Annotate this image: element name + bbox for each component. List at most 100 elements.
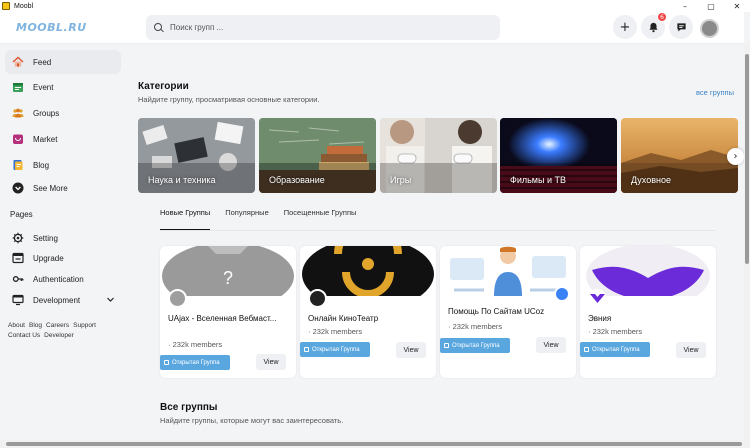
view-button[interactable]: View [256, 354, 286, 370]
categories-title: Категории [138, 81, 189, 92]
group-members: · 232k members [168, 340, 223, 349]
sidebar-item-label: Event [33, 82, 54, 92]
category-label: Образование [269, 175, 325, 185]
category-card-science[interactable]: Наука и техника [138, 118, 255, 193]
upgrade-icon [12, 252, 24, 264]
key-icon [12, 273, 24, 285]
plus-icon: + [619, 19, 631, 35]
group-tabs: Новые Группы Популярные Посещенные Групп… [160, 208, 356, 230]
group-card[interactable]: Помощь По Сайтам UCoz · 232k members Отк… [440, 246, 576, 378]
open-group-button[interactable]: Открытая Группа [440, 338, 510, 353]
sidebar-item-label: See More [33, 183, 68, 193]
footer-link-support[interactable]: Support [73, 322, 96, 329]
open-group-button[interactable]: Открытая Группа [160, 355, 230, 370]
group-avatar [308, 289, 327, 308]
sidebar-item-feed[interactable]: Feed [5, 50, 121, 74]
notification-badge: 6 [657, 12, 667, 22]
view-button[interactable]: View [676, 342, 706, 358]
category-label: Духовное [631, 175, 671, 185]
vertical-scrollbar[interactable] [744, 44, 750, 440]
search-icon [154, 22, 164, 33]
lock-icon [584, 347, 589, 352]
footer-link-blog[interactable]: Blog [29, 322, 42, 329]
tabs-divider [160, 230, 716, 231]
sidebar-item-label: Upgrade [33, 253, 64, 263]
notifications-button[interactable]: 6 [641, 12, 667, 39]
view-button[interactable]: View [536, 337, 566, 353]
category-card-spiritual[interactable]: Духовное [621, 118, 738, 193]
search-input[interactable] [170, 23, 470, 32]
open-group-button[interactable]: Открытая Группа [300, 342, 370, 357]
footer-link-about[interactable]: About [8, 322, 25, 329]
category-card-games[interactable]: Игры [380, 118, 497, 193]
shop-icon [12, 133, 24, 145]
all-groups-title: Все группы [160, 402, 218, 413]
group-avatar [168, 289, 187, 308]
sidebar: Feed Event Groups Market Blog See More P… [0, 45, 130, 440]
window-titlebar: Moobl – ▢ ✕ [0, 0, 750, 12]
sidebar-item-label: Blog [33, 160, 50, 170]
categories-subtitle: Найдите группу, просматривая основные ка… [138, 95, 320, 104]
user-avatar[interactable] [700, 19, 719, 38]
scrollbar-thumb[interactable] [6, 442, 742, 446]
tab-visited[interactable]: Посещенные Группы [284, 208, 357, 230]
all-groups-link[interactable]: все группы [696, 88, 734, 97]
open-group-button[interactable]: Открытая Группа [580, 342, 650, 357]
open-group-label: Открытая Группа [312, 346, 360, 353]
sidebar-item-see-more[interactable]: See More [5, 176, 121, 200]
sidebar-item-label: Authentication [33, 274, 84, 284]
tab-new-groups[interactable]: Новые Группы [160, 208, 211, 230]
group-name: Онлайн КиноТеатр [308, 314, 379, 323]
sidebar-item-event[interactable]: Event [5, 75, 121, 99]
chevron-right-icon: › [733, 151, 738, 162]
sidebar-item-label: Market [33, 134, 58, 144]
sidebar-item-blog[interactable]: Blog [5, 153, 121, 177]
category-card-movies[interactable]: Фильмы и ТВ [500, 118, 617, 193]
pages-section-label: Pages [10, 210, 33, 219]
view-button[interactable]: View [396, 342, 426, 358]
top-header: MOOBL.RU + 6 [0, 12, 744, 44]
footer-link-contact[interactable]: Contact Us [8, 332, 40, 339]
category-label: Игры [390, 175, 412, 185]
sidebar-item-groups[interactable]: Groups [5, 101, 121, 125]
chevron-down-icon [12, 182, 24, 194]
sidebar-item-development[interactable]: Development [5, 288, 121, 312]
calendar-icon [12, 81, 24, 93]
group-card[interactable]: Онлайн КиноТеатр · 232k members Открытая… [300, 246, 436, 378]
sidebar-item-label: Feed [33, 57, 52, 67]
sidebar-item-market[interactable]: Market [5, 127, 121, 151]
group-card[interactable]: Эвния · 232k members Открытая Группа Vie… [580, 246, 716, 378]
open-group-label: Открытая Группа [452, 342, 500, 349]
close-button[interactable]: ✕ [724, 0, 750, 12]
lock-icon [304, 347, 309, 352]
messages-button[interactable] [669, 15, 693, 39]
group-card[interactable]: ? UAjax - Вселенная Вебмаст... · 232k me… [160, 246, 296, 378]
minimize-button[interactable]: – [672, 0, 698, 12]
tab-popular[interactable]: Популярные [225, 208, 269, 230]
chevron-down-icon [106, 295, 115, 306]
footer-link-developer[interactable]: Developer [44, 332, 74, 339]
footer-link-careers[interactable]: Careers [46, 322, 69, 329]
svg-text:?: ? [223, 268, 233, 288]
search-bar[interactable] [146, 15, 500, 40]
gear-icon [12, 232, 24, 244]
app-icon [2, 2, 10, 10]
footer-links: About Blog Careers Support Contact Us Develo… [8, 321, 118, 341]
scrollbar-thumb[interactable] [745, 54, 749, 264]
blog-icon [12, 159, 24, 171]
add-button[interactable]: + [613, 15, 637, 39]
site-logo[interactable]: MOOBL.RU [16, 21, 146, 34]
group-avatar [588, 289, 607, 308]
category-card-education[interactable]: Образование [259, 118, 376, 193]
horizontal-scrollbar[interactable] [0, 440, 750, 448]
lock-icon [444, 343, 449, 348]
maximize-button[interactable]: ▢ [698, 0, 724, 12]
category-label: Фильмы и ТВ [510, 175, 566, 185]
main-content: Категории Найдите группу, просматривая о… [130, 45, 744, 440]
open-group-label: Открытая Группа [172, 359, 220, 366]
window-title: Moobl [14, 2, 34, 10]
category-label: Наука и техника [148, 175, 216, 185]
categories-next-button[interactable]: › [727, 148, 744, 165]
group-members: · 232k members [588, 327, 643, 336]
open-group-label: Открытая Группа [592, 346, 640, 353]
